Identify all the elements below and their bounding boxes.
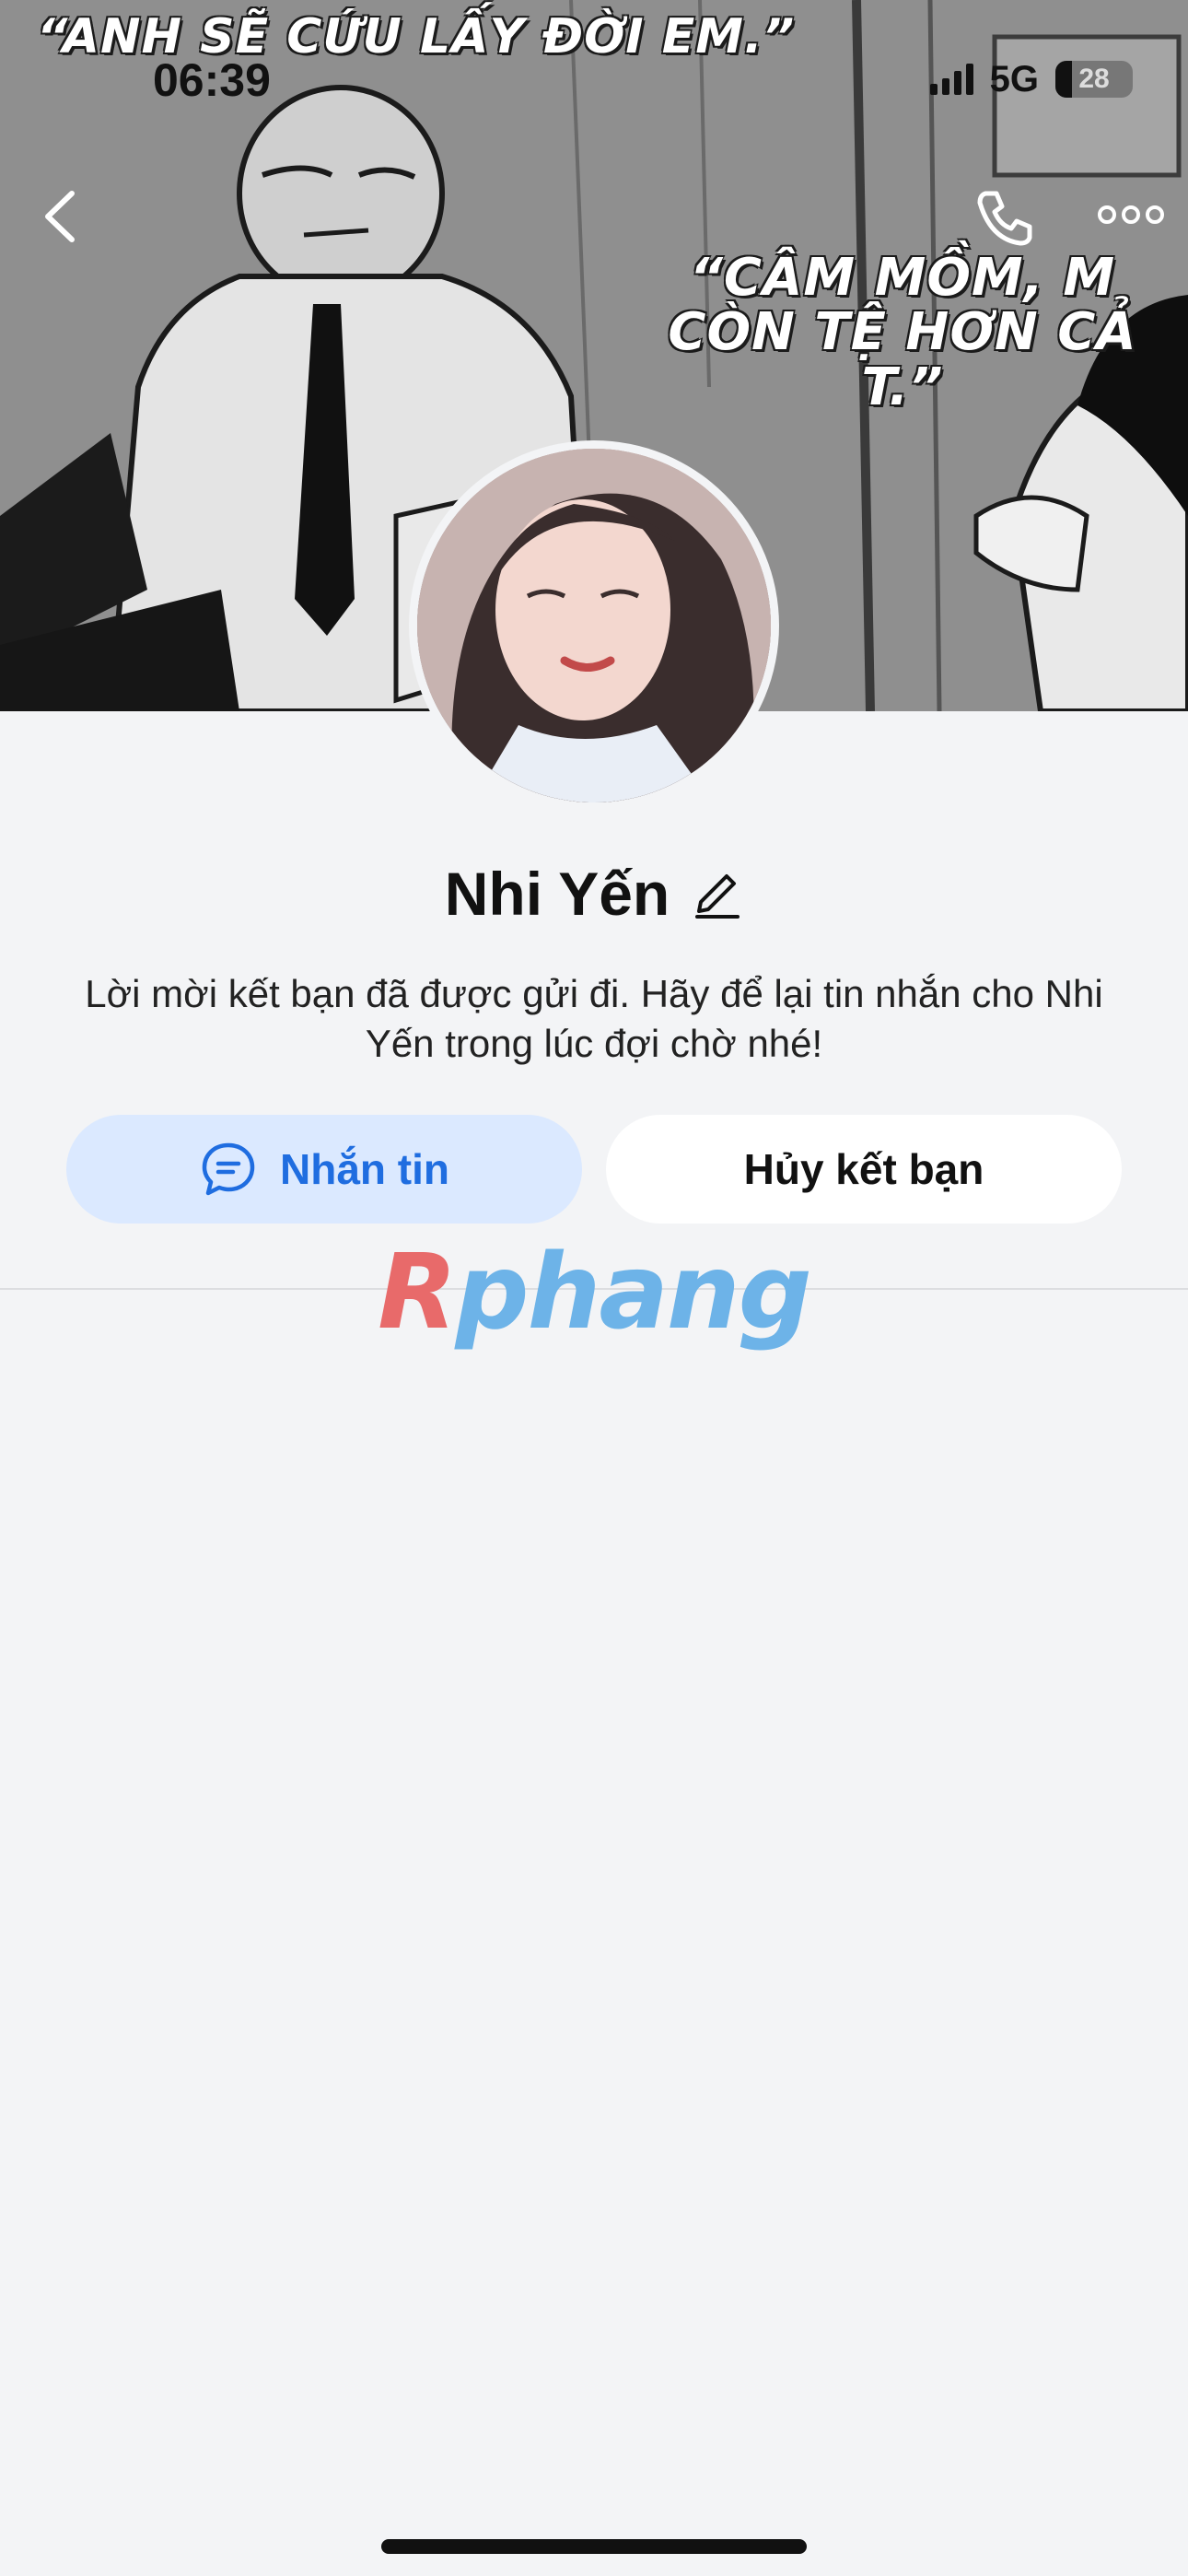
status-time: 06:39 (153, 54, 271, 106)
battery-level: 28 (1078, 64, 1110, 94)
chevron-left-icon[interactable] (37, 184, 83, 249)
battery-icon: 28 (1055, 61, 1133, 98)
avatar-photo (417, 449, 771, 802)
profile-name: Nhi Yến (444, 860, 670, 928)
avatar[interactable] (417, 449, 771, 802)
watermark-first: R (378, 1233, 457, 1352)
chat-bubble-icon (202, 1142, 255, 1196)
friend-request-message: Lời mời kết bạn đã được gửi đi. Hãy để l… (85, 972, 1103, 1065)
more-horizontal-icon[interactable] (1096, 201, 1166, 228)
cancel-friend-request-label: Hủy kết bạn (743, 1145, 984, 1193)
avatar-frame[interactable] (409, 440, 779, 811)
send-message-button[interactable]: Nhắn tin (66, 1115, 582, 1224)
phone-icon[interactable] (973, 186, 1035, 249)
profile-name-row: Nhi Yến (0, 859, 1188, 929)
cancel-friend-request-button[interactable]: Hủy kết bạn (606, 1115, 1122, 1224)
watermark-logo: Rphang (0, 1233, 1188, 1352)
status-indicators: 5G 28 (929, 55, 1133, 103)
cover-quote-right: “CÂM MỒM, M CÒN TỆ HƠN CẢ T.” (668, 248, 1137, 417)
cover-quote-top: “ANH SẼ CỨU LẤY ĐỜI EM.” (37, 9, 796, 64)
watermark-rest: phang (455, 1233, 811, 1352)
send-message-label: Nhắn tin (280, 1145, 449, 1193)
home-indicator[interactable] (381, 2539, 807, 2554)
signal-icon (929, 64, 973, 95)
network-type: 5G (989, 58, 1039, 100)
pencil-icon[interactable] (690, 867, 743, 920)
